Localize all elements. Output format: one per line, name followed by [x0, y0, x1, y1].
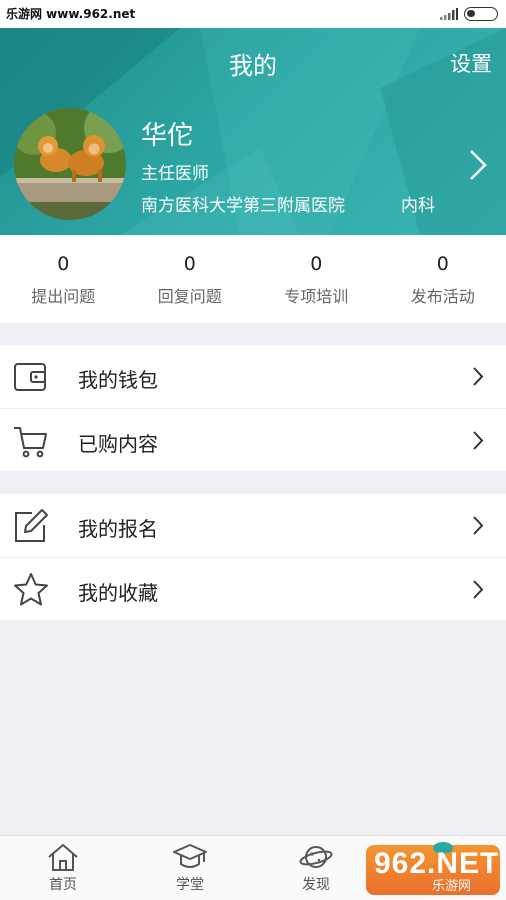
stat-questions-asked[interactable]: 0 提出问题: [0, 235, 127, 323]
nav-label: 学堂: [176, 877, 204, 893]
menu-group-purchases: 我的钱包 已购内容: [0, 345, 506, 471]
stat-label: 发布活动: [410, 287, 475, 306]
stat-special-training[interactable]: 0 专项培训: [253, 235, 380, 323]
menu-label: 我的报名: [78, 517, 158, 541]
avatar[interactable]: [14, 108, 126, 220]
chevron-right-icon: [473, 367, 484, 386]
status-site-text: 乐游网 www.962.net: [6, 7, 136, 21]
battery-icon: [464, 7, 498, 21]
menu-item-wallet[interactable]: 我的钱包: [0, 345, 506, 408]
menu-item-purchased-content[interactable]: 已购内容: [0, 408, 506, 471]
stat-value: 0: [436, 253, 449, 275]
stats-bar: 0 提出问题 0 回复问题 0 专项培训 0 发布活动: [0, 235, 506, 323]
user-name: 华佗: [141, 121, 194, 151]
settings-button[interactable]: 设置: [450, 48, 492, 78]
home-icon: [48, 844, 78, 871]
profile-header: 我的 设置 华佗 主任医师 南方医科大学第三附属医院 内科: [0, 28, 506, 235]
chevron-right-icon[interactable]: [468, 149, 488, 181]
wallet-icon: [14, 363, 46, 391]
stat-value: 0: [183, 253, 196, 275]
page-title: 我的: [229, 52, 277, 80]
stat-value: 0: [57, 253, 70, 275]
star-icon: [14, 573, 48, 606]
user-hospital: 南方医科大学第三附属医院: [141, 196, 345, 216]
chevron-right-icon: [473, 580, 484, 599]
user-department: 内科: [401, 196, 435, 216]
edit-icon: [15, 509, 48, 542]
menu-label: 我的收藏: [78, 581, 158, 605]
cart-icon: [14, 427, 47, 458]
nav-discover[interactable]: 发现: [276, 836, 356, 900]
menu-label: 已购内容: [78, 432, 158, 456]
stat-value: 0: [310, 253, 323, 275]
menu-item-favorites[interactable]: 我的收藏: [0, 557, 506, 620]
chevron-right-icon: [473, 516, 484, 535]
site-watermark: 962.NET 乐游网: [366, 842, 500, 895]
nav-label: 首页: [49, 877, 77, 893]
nav-label: 发现: [302, 877, 330, 893]
planet-icon: [299, 846, 333, 868]
nav-school[interactable]: 学堂: [150, 836, 230, 900]
menu-group-activity: 我的报名 我的收藏: [0, 494, 506, 620]
graduation-cap-icon: [173, 844, 207, 868]
stat-questions-answered[interactable]: 0 回复问题: [127, 235, 254, 323]
watermark-site-name: 乐游网: [432, 879, 472, 894]
stat-published-events[interactable]: 0 发布活动: [380, 235, 506, 323]
user-job-title: 主任医师: [141, 164, 209, 184]
status-bar: 乐游网 www.962.net: [0, 0, 506, 28]
stat-label: 专项培训: [284, 287, 349, 306]
signal-icon: [440, 8, 458, 20]
avatar-image: [14, 108, 126, 220]
stat-label: 回复问题: [157, 287, 222, 306]
chevron-right-icon: [473, 431, 484, 450]
stat-label: 提出问题: [31, 287, 96, 306]
menu-item-registrations[interactable]: 我的报名: [0, 494, 506, 557]
menu-label: 我的钱包: [78, 368, 158, 392]
nav-home[interactable]: 首页: [23, 836, 103, 900]
